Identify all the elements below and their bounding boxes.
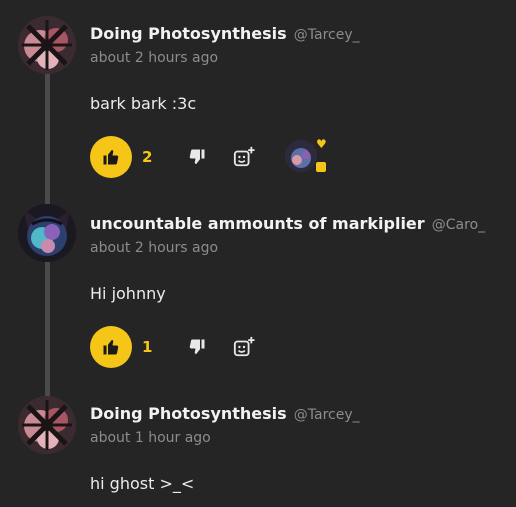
reaction-badge-icon (316, 162, 326, 172)
comment-body: bark bark :3c (90, 94, 197, 113)
thumbs-up-icon (103, 339, 119, 355)
reactor-avatar[interactable] (285, 140, 317, 172)
like-button[interactable] (90, 326, 132, 368)
comment-body: hi ghost >_< (90, 474, 195, 493)
avatar[interactable] (18, 204, 76, 262)
flower-avatar-icon (18, 16, 76, 74)
timestamp[interactable]: about 2 hours ago (90, 240, 218, 256)
avatar[interactable] (18, 16, 76, 74)
add-reaction-button[interactable] (233, 146, 255, 168)
thumbs-down-icon (189, 339, 205, 355)
author-row: Doing Photosynthesis @Tarcey_ (90, 404, 360, 423)
add-reaction-icon (233, 146, 255, 167)
like-count: 2 (142, 148, 153, 166)
add-reaction-button[interactable] (233, 336, 255, 358)
like-count: 1 (142, 338, 153, 356)
avatar[interactable] (18, 396, 76, 454)
cat-ear-avatar-icon (18, 204, 76, 262)
dislike-button[interactable] (188, 148, 206, 166)
add-reaction-icon (233, 336, 255, 357)
author-name[interactable]: Doing Photosynthesis (90, 404, 287, 423)
like-button[interactable] (90, 136, 132, 178)
author-handle[interactable]: @Tarcey_ (294, 27, 360, 43)
timestamp[interactable]: about 1 hour ago (90, 430, 211, 446)
comment-actions: 1 (90, 326, 350, 370)
author-name[interactable]: Doing Photosynthesis (90, 24, 287, 43)
author-row: Doing Photosynthesis @Tarcey_ (90, 24, 360, 43)
heart-icon: ♥ (316, 137, 327, 151)
comment-actions: 2 ♥ (90, 136, 350, 180)
timestamp[interactable]: about 2 hours ago (90, 50, 218, 66)
author-handle[interactable]: @Caro_ (432, 217, 485, 233)
comment-body: Hi johnny (90, 284, 166, 303)
dislike-button[interactable] (188, 338, 206, 356)
author-handle[interactable]: @Tarcey_ (294, 407, 360, 423)
reactor-avatar-icon (285, 140, 317, 172)
thumbs-up-icon (103, 149, 119, 165)
flower-avatar-icon (18, 396, 76, 454)
thumbs-down-icon (189, 149, 205, 165)
author-name[interactable]: uncountable ammounts of markiplier (90, 214, 425, 233)
author-row: uncountable ammounts of markiplier @Caro… (90, 214, 485, 233)
